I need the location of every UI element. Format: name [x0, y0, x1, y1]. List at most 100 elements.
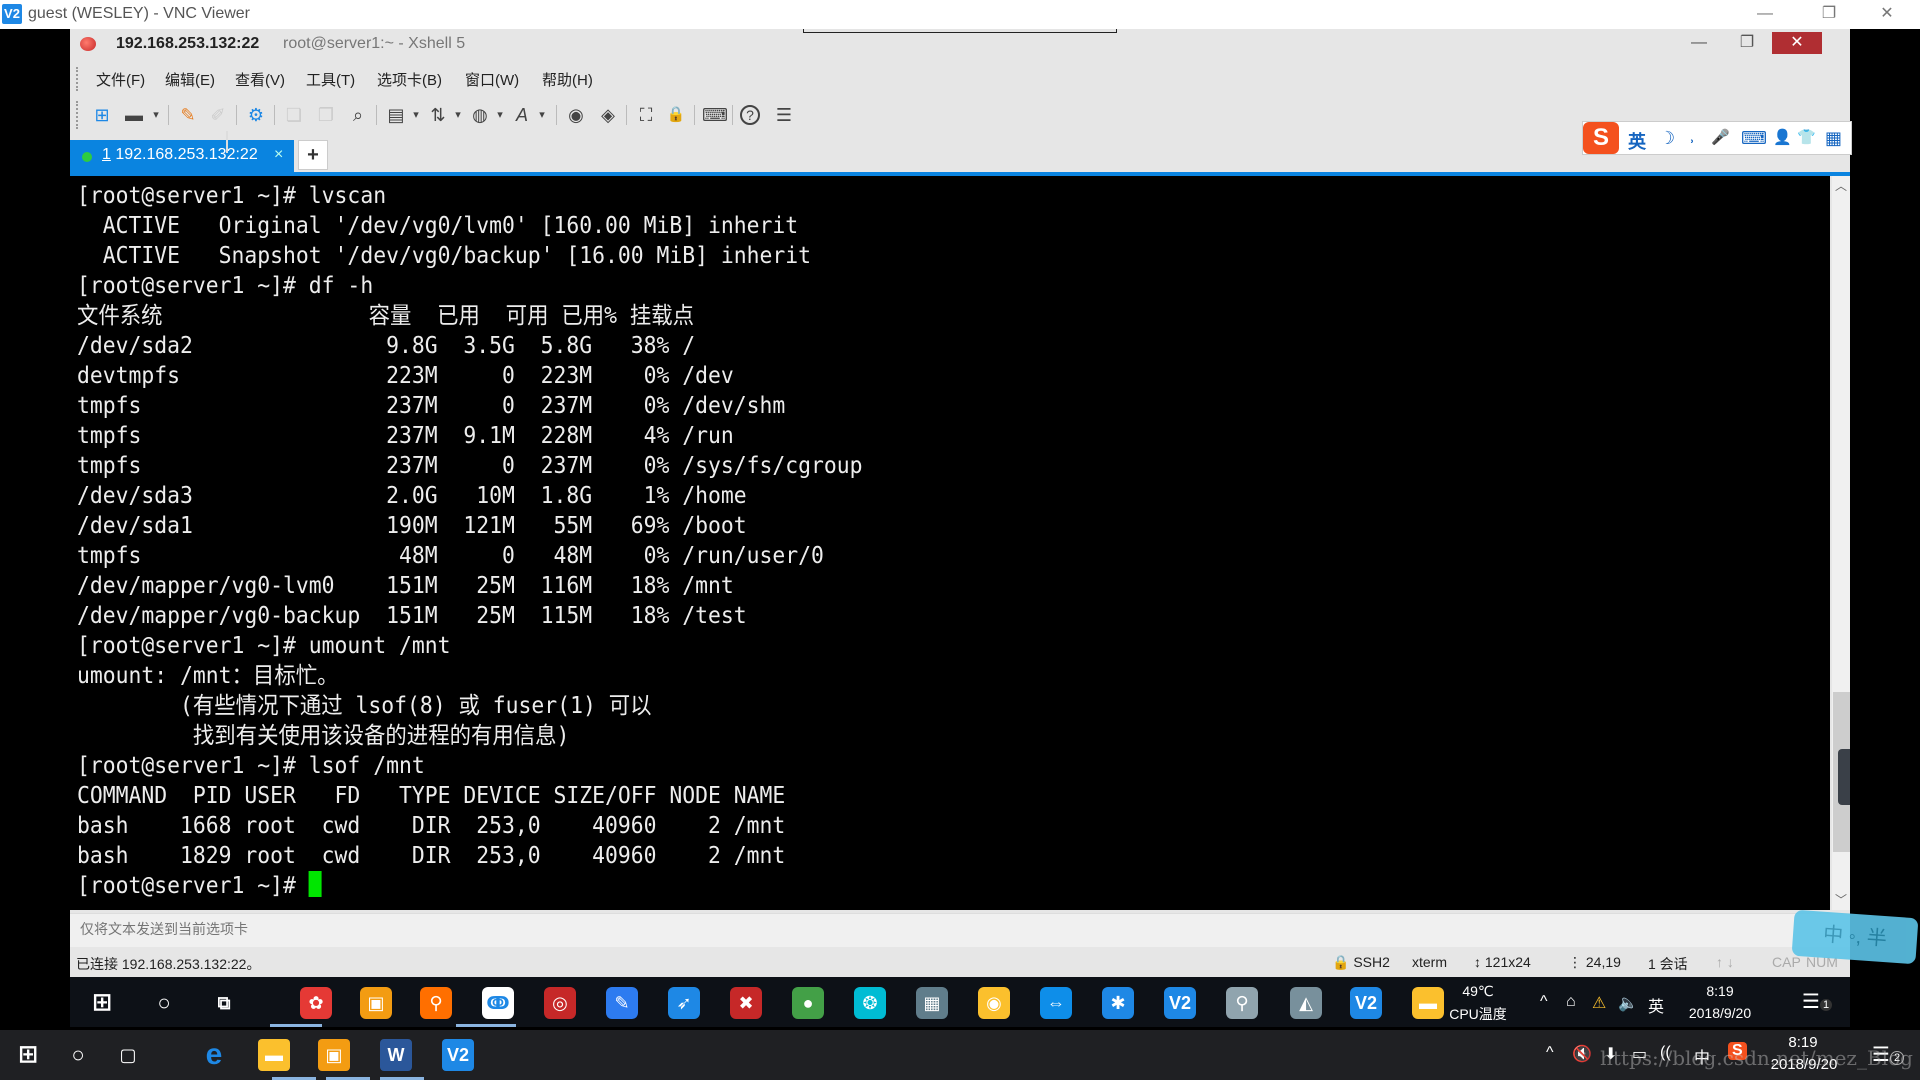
remote-tray-network-warning-icon[interactable]: ⚠ [1592, 993, 1606, 1013]
vnc-close-button[interactable]: ✕ [1864, 0, 1910, 29]
taskview-icon[interactable]: ▢ [112, 1039, 144, 1071]
new-session-icon[interactable]: ⊞ [90, 103, 114, 127]
help-icon[interactable]: ? [740, 105, 760, 125]
globe-dropdown-icon[interactable]: ▾ [488, 103, 512, 127]
ime-moon-icon[interactable]: ☽ [1659, 128, 1675, 149]
remote-clock-date[interactable]: 2018/9/20 [1680, 1005, 1760, 1021]
xshell-restore-button[interactable]: ❐ [1722, 32, 1772, 54]
compose-bar [70, 913, 1850, 947]
remote-app-vmware-icon[interactable]: ▣ [360, 987, 392, 1019]
open-folder-icon[interactable]: ▬ [122, 103, 146, 127]
connect-icon[interactable]: ✎ [176, 103, 200, 127]
remote-app-xshell-icon[interactable]: ◎ [544, 987, 576, 1019]
paste-icon[interactable]: ❐ [314, 103, 338, 127]
remote-taskview-icon[interactable]: ⧉ [208, 987, 240, 1019]
remote-app-viewer-icon[interactable]: ⚲ [1226, 987, 1258, 1019]
menu-grip[interactable] [76, 67, 78, 91]
remote-app-baidu-netdisk-icon[interactable]: ↂ [482, 987, 514, 1019]
chat-icon[interactable]: ☰ [772, 103, 796, 127]
remote-taskbar: ⊞ ○ ⧉ 49℃ CPU温度 ^ ⌂ ⚠ 🔈 英 8:19 2018/9/20… [70, 977, 1850, 1027]
tab-session-1[interactable]: 1 192.168.253.132:22 × [70, 140, 294, 172]
remote-app-vnc-2-icon[interactable]: V2 [1350, 987, 1382, 1019]
menu-window[interactable]: 窗口(W) [465, 69, 519, 90]
remote-app-app-red-icon[interactable]: ✖ [730, 987, 762, 1019]
remote-app-media-icon[interactable]: ❂ [854, 987, 886, 1019]
transfer-dropdown-icon[interactable]: ▾ [446, 103, 470, 127]
remote-start-icon[interactable]: ⊞ [86, 987, 118, 1019]
toolbar-separator [236, 105, 237, 125]
tray-mute-icon[interactable]: 🔇 [1572, 1044, 1592, 1064]
print-dropdown-icon[interactable]: ▾ [404, 103, 428, 127]
tray-chevron-icon[interactable]: ^ [1546, 1044, 1554, 1062]
remote-app-pinwheel-icon[interactable]: ✿ [300, 987, 332, 1019]
menu-help[interactable]: 帮助(H) [542, 69, 593, 90]
remote-app-app-green-icon[interactable]: ● [792, 987, 824, 1019]
remote-notification-icon[interactable]: ☰ 1 [1802, 989, 1833, 1014]
find-icon[interactable]: ⌕ [346, 103, 370, 127]
xshell-window: 192.168.253.132:22 root@server1:~ - Xshe… [70, 29, 1850, 977]
xshell-close-button[interactable]: ✕ [1772, 32, 1822, 54]
xftp-icon[interactable]: ◉ [564, 103, 588, 127]
search-icon[interactable]: ○ [62, 1039, 94, 1071]
ime-punctuation-icon[interactable]: ˒ [1689, 128, 1695, 149]
ime-keyboard-icon[interactable]: ⌨ [1741, 128, 1767, 149]
remote-app-explorer-icon[interactable]: ▬ [1412, 987, 1444, 1019]
ime-skin-icon[interactable]: 👕 [1797, 128, 1816, 146]
remote-app-search-tool-icon[interactable]: ⚲ [420, 987, 452, 1019]
add-tab-button[interactable]: + [298, 140, 328, 170]
vnc-remote-toolbar-handle[interactable] [803, 29, 1117, 33]
scroll-up-icon[interactable]: ︿ [1832, 176, 1850, 196]
toolbar-grip[interactable] [76, 101, 78, 129]
ime-floating-status[interactable]: 中 ◦, 半 [1791, 909, 1919, 965]
copy-icon[interactable]: ❏ [282, 103, 306, 127]
disconnect-icon[interactable]: ✐ [206, 103, 230, 127]
remote-tray-volume-icon[interactable]: 🔈 [1618, 993, 1638, 1013]
remote-tray-chevron-icon[interactable]: ^ [1540, 993, 1548, 1011]
menu-view[interactable]: 查看(V) [235, 69, 285, 90]
menu-file[interactable]: 文件(F) [96, 69, 145, 90]
open-dropdown-icon[interactable]: ▾ [144, 103, 168, 127]
app-vmware-icon[interactable]: ▣ [318, 1039, 350, 1071]
app-vnc-icon[interactable]: V2 [442, 1039, 474, 1071]
terminal-size: ↕ 121x24 [1474, 954, 1531, 970]
remote-clock-time[interactable]: 8:19 [1680, 983, 1760, 999]
ime-grid-icon[interactable]: ▦ [1825, 128, 1842, 149]
xmanager-icon[interactable]: ◈ [596, 103, 620, 127]
tab-close-icon[interactable]: × [274, 146, 283, 164]
sogou-logo-icon[interactable]: S [1583, 122, 1619, 154]
remote-app-notepad-icon[interactable]: ◭ [1290, 987, 1322, 1019]
menu-tools[interactable]: 工具(T) [306, 69, 355, 90]
app-edge-icon[interactable]: e [198, 1039, 230, 1071]
app-word-icon[interactable]: W [380, 1039, 412, 1071]
lock-icon[interactable]: 🔒 [664, 103, 688, 127]
start-icon[interactable]: ⊞ [12, 1039, 44, 1071]
fullscreen-icon[interactable]: ⛶ [634, 103, 658, 127]
remote-app-teamviewer-icon[interactable]: ⇔ [1040, 987, 1072, 1019]
remote-app-app-star-icon[interactable]: ✱ [1102, 987, 1134, 1019]
ime-user-icon[interactable]: 👤 [1773, 128, 1792, 146]
scroll-down-icon[interactable]: ﹀ [1832, 890, 1850, 910]
compose-input[interactable] [80, 921, 1680, 937]
side-drawer-handle[interactable] [1838, 749, 1850, 805]
vnc-minimize-button[interactable]: — [1742, 0, 1788, 29]
remote-app-notes-icon[interactable]: ✎ [606, 987, 638, 1019]
font-dropdown-icon[interactable]: ▾ [530, 103, 554, 127]
remote-app-vnc-icon[interactable]: V2 [1164, 987, 1196, 1019]
vnc-restore-button[interactable]: ❐ [1806, 0, 1852, 29]
remote-tray-ime-icon[interactable]: 英 [1648, 993, 1664, 1017]
xshell-minimize-button[interactable]: — [1674, 32, 1724, 54]
menu-edit[interactable]: 编辑(E) [165, 69, 215, 90]
remote-tray-power-icon[interactable]: ⌂ [1566, 993, 1576, 1011]
remote-app-camera-icon[interactable]: ▦ [916, 987, 948, 1019]
terminal[interactable]: [root@server1 ~]# lvscan ACTIVE Original… [70, 176, 1830, 910]
remote-app-xunlei-icon[interactable]: ➶ [668, 987, 700, 1019]
remote-search-icon[interactable]: ○ [148, 987, 180, 1019]
app-explorer-icon[interactable]: ▬ [258, 1039, 290, 1071]
properties-icon[interactable]: ⚙ [244, 103, 268, 127]
terminal-cursor [308, 871, 322, 897]
ime-language-icon[interactable]: 英 [1628, 128, 1646, 154]
remote-app-chrome-icon[interactable]: ◉ [978, 987, 1010, 1019]
menu-tabs[interactable]: 选项卡(B) [377, 69, 442, 90]
keyboard-icon[interactable]: ⌨ [702, 103, 728, 127]
ime-microphone-icon[interactable]: 🎤 [1711, 128, 1730, 146]
